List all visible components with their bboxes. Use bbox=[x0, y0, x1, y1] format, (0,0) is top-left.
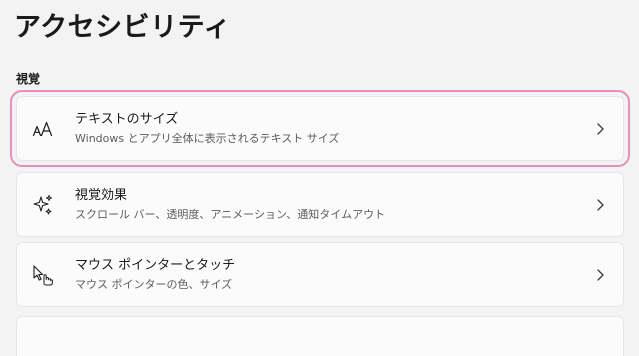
chevron-right-icon bbox=[595, 268, 605, 282]
settings-card-visual-effects[interactable]: 視覚効果 スクロール バー、透明度、アニメーション、通知タイムアウト bbox=[16, 172, 624, 237]
settings-card-title: 視覚効果 bbox=[75, 188, 128, 203]
settings-card-partial[interactable] bbox=[16, 316, 624, 356]
settings-card-text-size[interactable]: テキストのサイズ Windows とアプリ全体に表示されるテキスト サイズ bbox=[10, 90, 630, 167]
chevron-right-icon bbox=[595, 122, 605, 136]
section-header-vision: 視覚 bbox=[16, 72, 41, 86]
sparkle-icon bbox=[31, 193, 55, 217]
chevron-right-icon bbox=[595, 198, 605, 212]
page-title: アクセシビリティ bbox=[14, 12, 232, 43]
settings-card-description: マウス ポインターの色、サイズ bbox=[75, 278, 233, 291]
text-size-icon bbox=[31, 117, 55, 141]
settings-card-description: Windows とアプリ全体に表示されるテキスト サイズ bbox=[75, 132, 340, 145]
settings-card-mouse-pointer-touch[interactable]: マウス ポインターとタッチ マウス ポインターの色、サイズ bbox=[16, 242, 624, 307]
pointer-touch-icon bbox=[31, 263, 55, 287]
settings-card-description: スクロール バー、透明度、アニメーション、通知タイムアウト bbox=[75, 208, 386, 221]
settings-card-title: マウス ポインターとタッチ bbox=[75, 258, 236, 273]
settings-card-title: テキストのサイズ bbox=[75, 112, 179, 127]
